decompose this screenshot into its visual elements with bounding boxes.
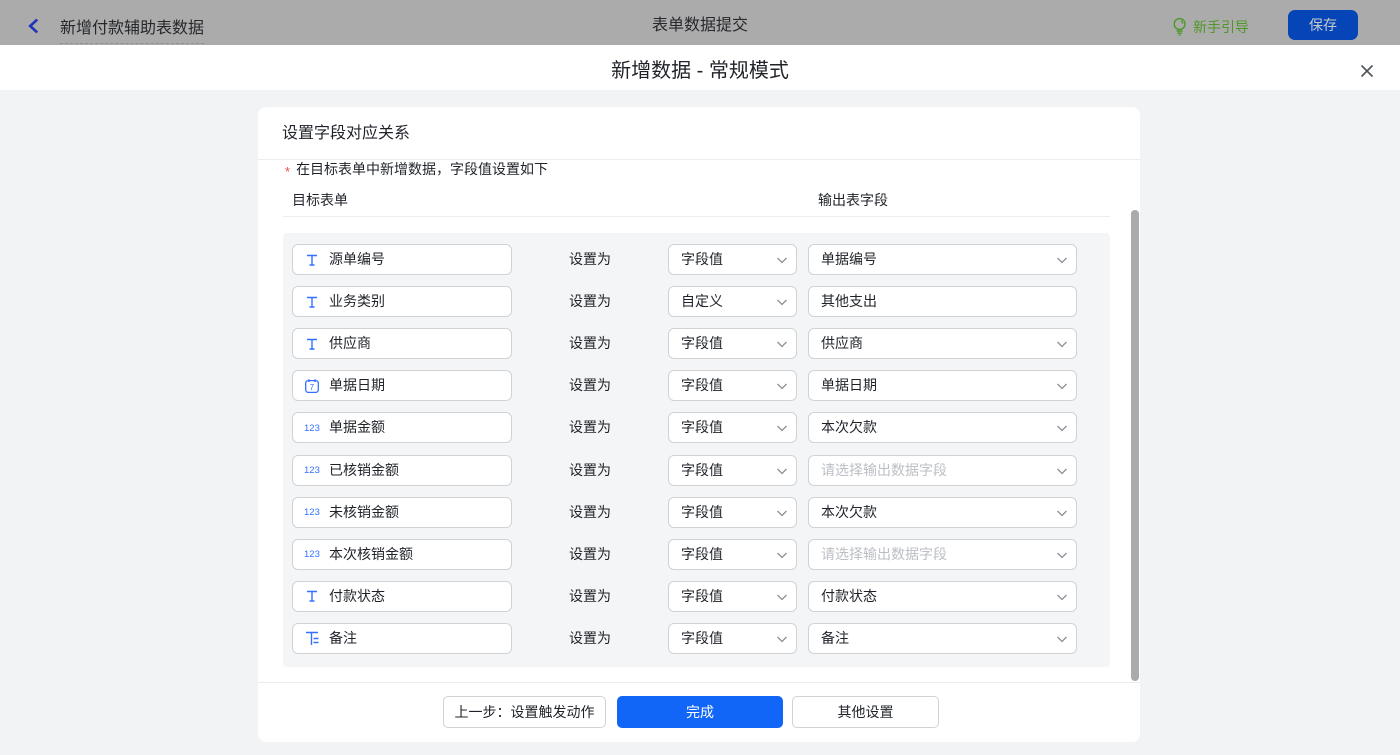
svg-text:123: 123	[304, 549, 320, 560]
svg-text:123: 123	[304, 465, 320, 476]
svg-text:7: 7	[310, 383, 315, 392]
svg-text:123: 123	[304, 507, 320, 518]
svg-text:123: 123	[304, 423, 320, 434]
